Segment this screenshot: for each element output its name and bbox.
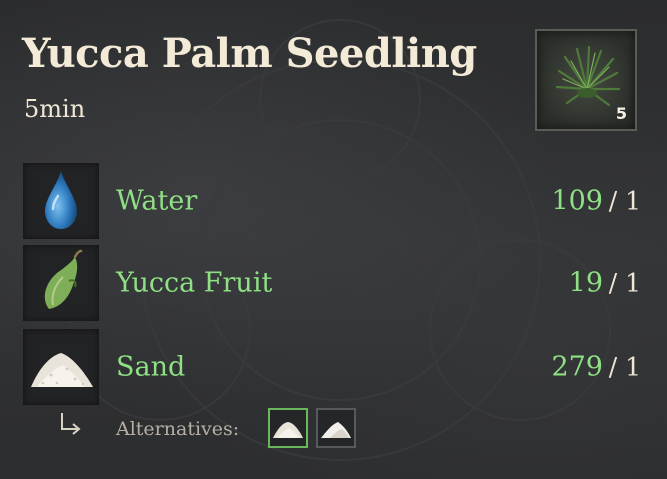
- alternatives-label: Alternatives:: [116, 418, 240, 440]
- ingredient-slot[interactable]: [23, 329, 99, 405]
- product-slot[interactable]: 5: [535, 29, 637, 131]
- return-arrow-icon: [61, 413, 81, 435]
- ingredient-name: Water: [116, 185, 198, 217]
- alternative-slot[interactable]: [316, 408, 356, 448]
- ingredient-name: Yucca Fruit: [116, 267, 273, 299]
- ingredient-slot[interactable]: [23, 245, 99, 321]
- ingredient-available: 19: [568, 267, 603, 299]
- ingredient-name: Sand: [116, 351, 186, 383]
- product-quantity: 5: [615, 104, 627, 123]
- ingredient-row-sand[interactable]: Sand 279 / 1: [23, 329, 643, 405]
- sand-pile-icon: [31, 353, 93, 387]
- ingredient-slot[interactable]: [23, 163, 99, 239]
- sand-pile-icon: [273, 422, 303, 438]
- ingredient-available: 279: [551, 351, 603, 383]
- white-sand-pile-icon: [321, 422, 351, 438]
- ingredient-required: / 1: [608, 186, 641, 216]
- ingredient-required: / 1: [608, 268, 641, 298]
- ingredient-row-yucca-fruit[interactable]: Yucca Fruit 19 / 1: [23, 245, 643, 321]
- alternative-slot-selected[interactable]: [268, 408, 308, 448]
- yucca-fruit-icon: [44, 249, 83, 309]
- ingredient-row-water[interactable]: Water 109 / 1: [23, 163, 643, 239]
- water-drop-icon: [45, 171, 77, 229]
- ingredient-available: 109: [551, 185, 603, 217]
- ingredient-required: / 1: [608, 352, 641, 382]
- craft-duration: 5min: [24, 95, 86, 123]
- recipe-title: Yucca Palm Seedling: [22, 30, 477, 77]
